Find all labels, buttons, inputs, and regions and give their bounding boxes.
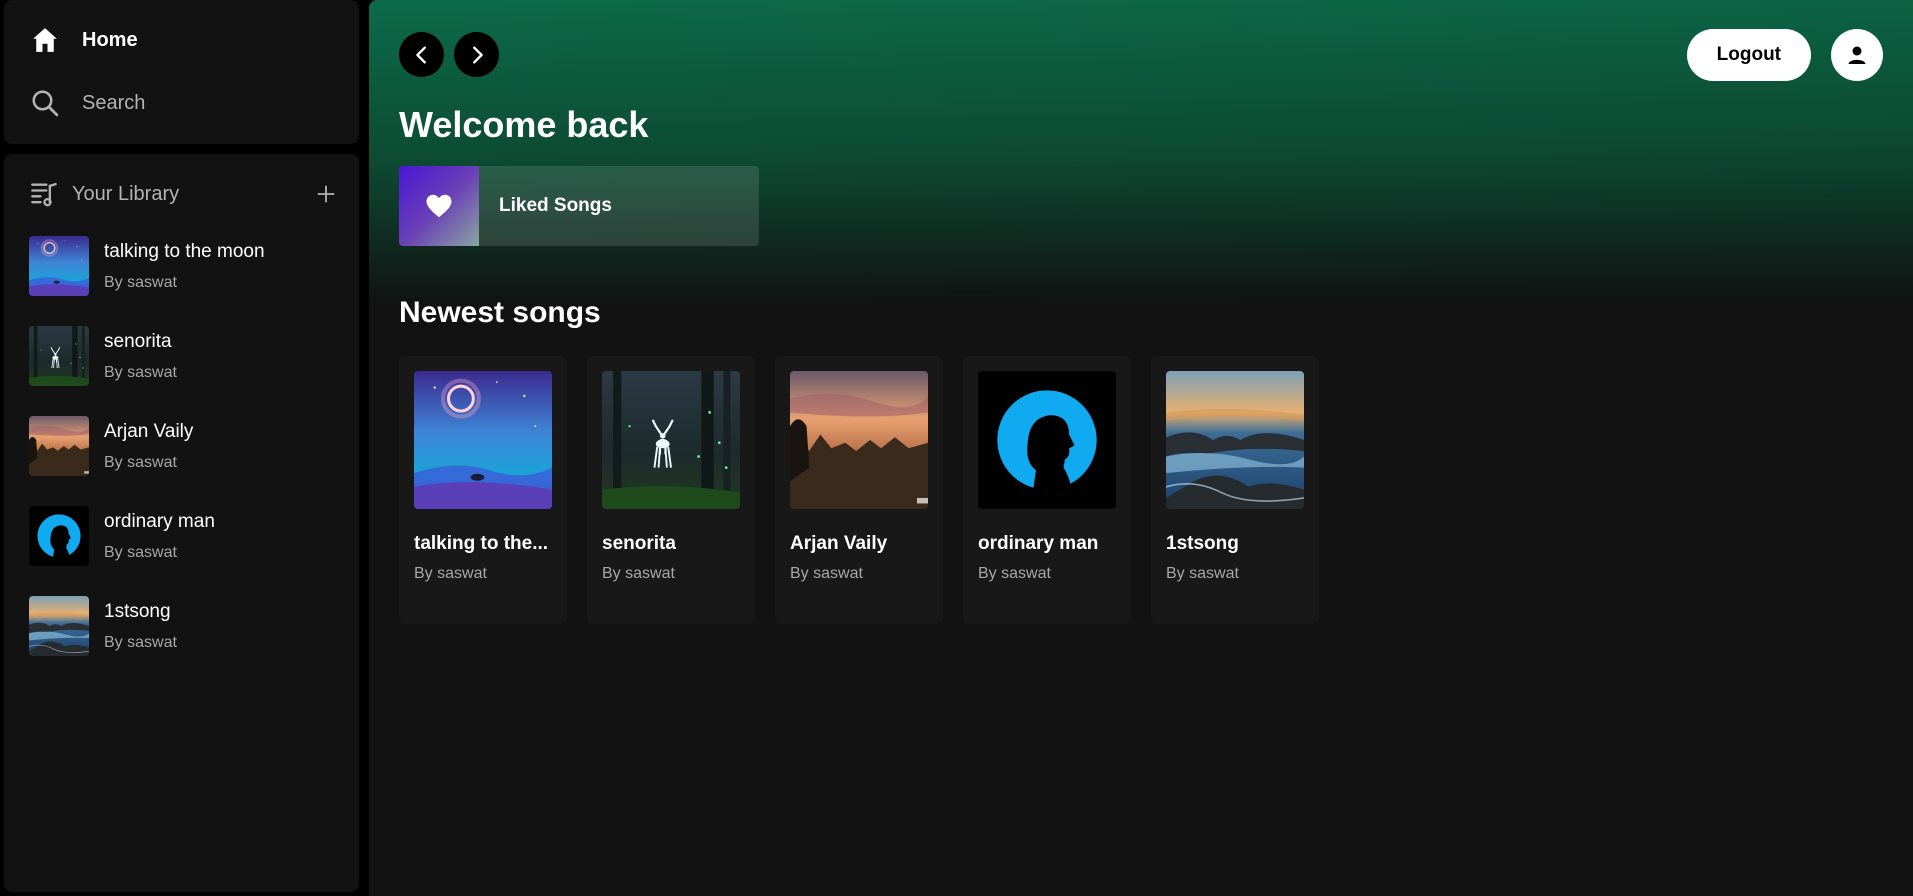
song-art-sunset <box>29 416 89 476</box>
liked-songs-art <box>399 166 479 246</box>
library-item-title: senorita <box>104 331 172 352</box>
song-card[interactable]: Arjan Vaily By saswat <box>775 356 943 624</box>
library-title: Your Library <box>72 182 180 205</box>
nav-search[interactable]: Search <box>28 83 145 123</box>
library-item-subtitle: By saswat <box>104 454 177 471</box>
newest-songs-grid: talking to the... By saswat senorita By … <box>399 356 1319 624</box>
song-card-subtitle: By saswat <box>978 565 1051 582</box>
song-art-ocean <box>29 596 89 656</box>
liked-songs-card[interactable]: Liked Songs <box>399 166 759 246</box>
song-card[interactable]: ordinary man By saswat <box>963 356 1131 624</box>
library-header[interactable]: Your Library <box>30 174 340 214</box>
logout-button[interactable]: Logout <box>1686 29 1811 81</box>
song-card-title: ordinary man <box>978 533 1099 554</box>
user-icon <box>1845 43 1869 67</box>
song-card-subtitle: By saswat <box>790 565 863 582</box>
library-panel: Your Library talking to the moon By saswa… <box>4 154 359 892</box>
song-card-title: talking to the... <box>414 533 549 554</box>
library-item[interactable]: Arjan Vaily By saswat <box>29 416 349 476</box>
library-item-subtitle: By saswat <box>104 544 177 561</box>
library-icon <box>30 180 58 208</box>
song-art-silhouette <box>978 371 1116 509</box>
song-art-sunset <box>790 371 928 509</box>
forward-button[interactable] <box>454 32 499 77</box>
library-list: talking to the moon By saswat senorita By … <box>29 236 349 686</box>
song-card-subtitle: By saswat <box>602 565 675 582</box>
song-card-subtitle: By saswat <box>414 565 487 582</box>
nav-home-label: Home <box>82 28 138 51</box>
liked-songs-label: Liked Songs <box>499 195 612 216</box>
chevron-left-icon <box>411 44 433 66</box>
profile-button[interactable] <box>1831 29 1883 81</box>
library-item-title: 1stsong <box>104 601 171 622</box>
back-button[interactable] <box>399 32 444 77</box>
library-item[interactable]: senorita By saswat <box>29 326 349 386</box>
library-item-title: talking to the moon <box>104 241 265 262</box>
library-item[interactable]: 1stsong By saswat <box>29 596 349 656</box>
song-art-deer <box>602 371 740 509</box>
library-item-title: Arjan Vaily <box>104 421 194 442</box>
chevron-right-icon <box>466 44 488 66</box>
song-card-title: senorita <box>602 533 676 554</box>
library-item-title: ordinary man <box>104 511 215 532</box>
section-title: Newest songs <box>399 296 601 329</box>
heart-icon <box>424 191 454 221</box>
plus-icon[interactable] <box>312 180 340 208</box>
search-icon <box>28 86 62 120</box>
library-item-subtitle: By saswat <box>104 634 177 651</box>
sidebar: Home Search Your Library talking to the … <box>4 0 359 896</box>
account-controls: Logout <box>1686 29 1883 81</box>
song-card-title: Arjan Vaily <box>790 533 888 554</box>
library-item[interactable]: talking to the moon By saswat <box>29 236 349 296</box>
song-card-title: 1stsong <box>1166 533 1239 554</box>
library-item-subtitle: By saswat <box>104 364 177 381</box>
song-card[interactable]: talking to the... By saswat <box>399 356 567 624</box>
song-art-moon <box>414 371 552 509</box>
song-art-ocean <box>1166 371 1304 509</box>
library-item-subtitle: By saswat <box>104 274 177 291</box>
song-card-subtitle: By saswat <box>1166 565 1239 582</box>
history-nav <box>399 32 499 77</box>
home-icon <box>28 23 62 57</box>
song-card[interactable]: 1stsong By saswat <box>1151 356 1319 624</box>
song-art-deer <box>29 326 89 386</box>
song-art-moon <box>29 236 89 296</box>
nav-search-label: Search <box>82 91 146 114</box>
app-root: Home Search Your Library talking to the … <box>0 0 1913 896</box>
song-art-silhouette <box>29 506 89 566</box>
song-card[interactable]: senorita By saswat <box>587 356 755 624</box>
library-item[interactable]: ordinary man By saswat <box>29 506 349 566</box>
nav-home[interactable]: Home <box>28 20 138 60</box>
page-title: Welcome back <box>399 104 649 145</box>
sidebar-nav: Home Search <box>4 0 359 144</box>
main-content: Logout Welcome back Liked Songs Newest s… <box>369 0 1913 896</box>
